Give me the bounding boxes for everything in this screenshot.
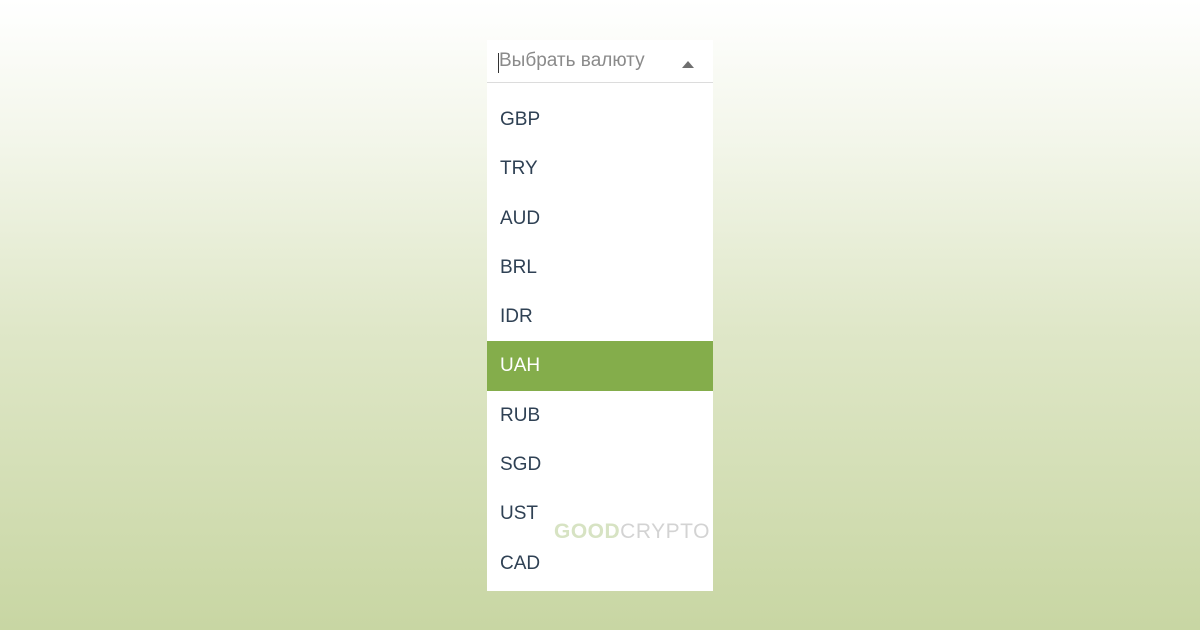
currency-select[interactable]: GBP TRY AUD BRL IDR UAH RUB SGD UST CAD (487, 40, 713, 591)
currency-option[interactable]: BRL (487, 243, 713, 292)
watermark-good: GOOD (554, 520, 621, 543)
watermark-crypto: CRYPTO (620, 520, 710, 543)
currency-option[interactable]: RUB (487, 391, 713, 440)
chevron-up-icon[interactable] (682, 61, 694, 68)
currency-option[interactable]: CAD (487, 539, 713, 588)
currency-options-list: GBP TRY AUD BRL IDR UAH RUB SGD UST CAD (487, 83, 713, 591)
currency-option[interactable]: TRY (487, 144, 713, 193)
currency-option[interactable]: AUD (487, 194, 713, 243)
currency-option[interactable]: IDR (487, 292, 713, 341)
currency-option[interactable]: GBP (487, 95, 713, 144)
currency-option[interactable]: SGD (487, 440, 713, 489)
goodcrypto-watermark: GOODCRYPTO (554, 520, 710, 544)
currency-search-input[interactable] (487, 40, 667, 82)
currency-select-header[interactable] (487, 40, 713, 83)
currency-option-highlighted[interactable]: UAH (487, 341, 713, 391)
